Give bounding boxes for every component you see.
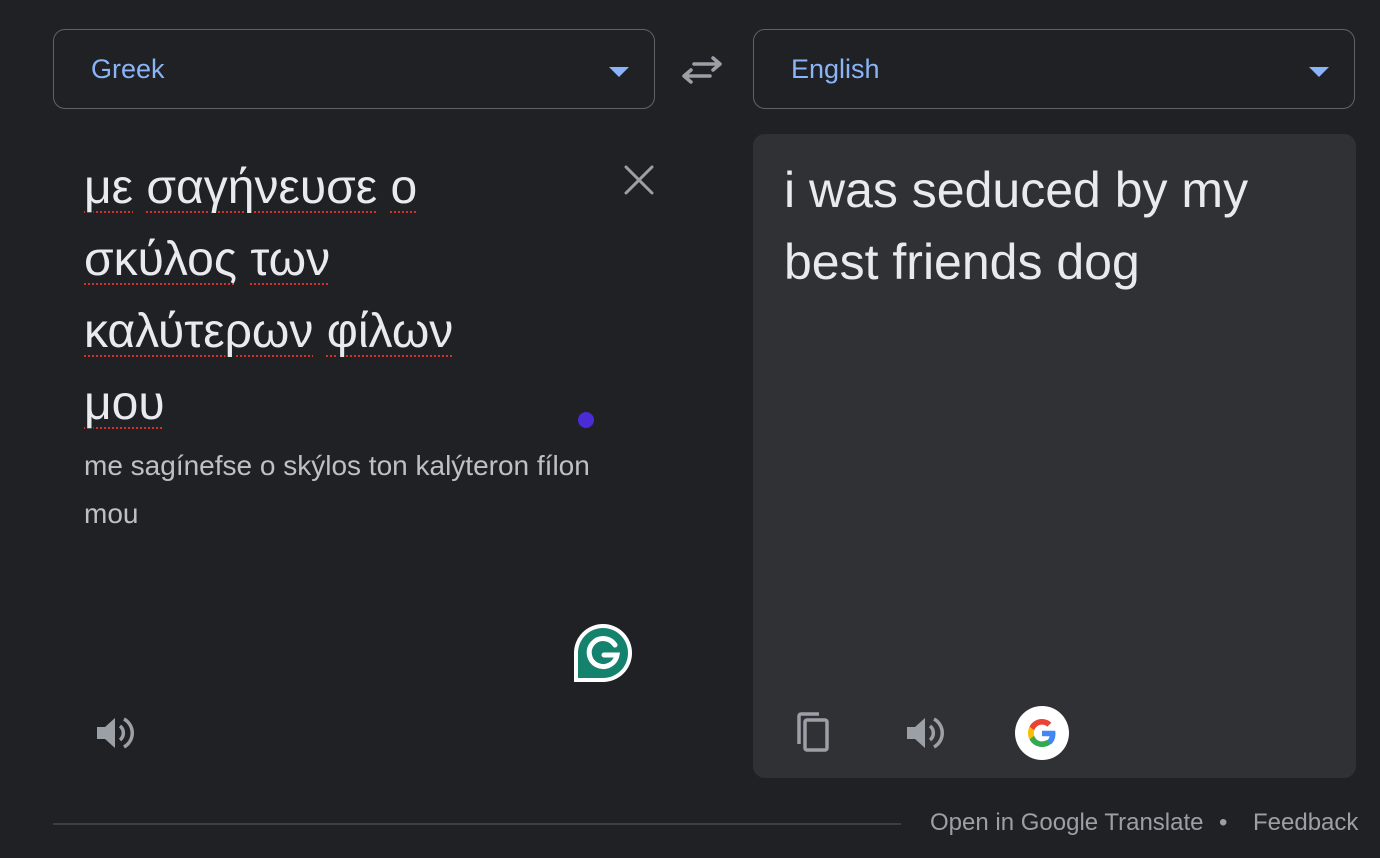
source-word: σαγήνευσε bbox=[146, 161, 378, 214]
source-word: μου bbox=[84, 377, 165, 430]
footer-divider bbox=[53, 823, 901, 825]
target-panel: i was seduced by my best friends dog bbox=[753, 134, 1356, 778]
target-language-label: English bbox=[791, 54, 880, 84]
copy-icon bbox=[797, 712, 829, 752]
translation-output: i was seduced by my best friends dog bbox=[784, 162, 1249, 290]
source-panel: με σαγήνευσε ο σκύλος των καλύτερων φίλω… bbox=[53, 134, 655, 778]
status-dot bbox=[578, 412, 594, 428]
source-language-label: Greek bbox=[91, 54, 165, 84]
copy-translation-button[interactable] bbox=[791, 710, 835, 756]
source-word: καλύτερων bbox=[84, 305, 314, 358]
chevron-down-icon bbox=[1309, 67, 1329, 77]
listen-source-button[interactable] bbox=[93, 711, 137, 755]
source-word: με bbox=[84, 161, 134, 214]
listen-translation-button[interactable] bbox=[903, 711, 947, 755]
feedback-link[interactable]: Feedback bbox=[1253, 809, 1358, 837]
source-line: καλύτερων φίλων bbox=[84, 296, 584, 368]
footer-separator: • bbox=[1219, 809, 1228, 836]
source-text-input[interactable]: με σαγήνευσε ο σκύλος των καλύτερων φίλω… bbox=[84, 152, 584, 440]
grammarly-button[interactable] bbox=[572, 622, 634, 684]
source-line: σκύλος των bbox=[84, 224, 584, 296]
source-word: ο bbox=[390, 161, 418, 214]
close-icon bbox=[624, 165, 654, 195]
google-search-button[interactable] bbox=[1015, 706, 1069, 760]
open-in-google-translate-link[interactable]: Open in Google Translate bbox=[930, 809, 1204, 837]
source-line: μου bbox=[84, 368, 584, 440]
source-word: σκύλος bbox=[84, 233, 237, 286]
grammarly-icon bbox=[574, 624, 633, 682]
chevron-down-icon bbox=[609, 67, 629, 77]
speaker-icon bbox=[907, 717, 944, 749]
translate-widget: Greek English με σαγήνευσε ο σκύλος των … bbox=[0, 0, 1380, 858]
speaker-icon bbox=[97, 717, 134, 749]
target-language-select[interactable]: English bbox=[753, 29, 1355, 109]
source-language-select[interactable]: Greek bbox=[53, 29, 655, 109]
source-line: με σαγήνευσε ο bbox=[84, 152, 584, 224]
google-logo-icon bbox=[1028, 719, 1056, 747]
clear-source-button[interactable] bbox=[621, 162, 657, 198]
source-word: των bbox=[250, 233, 331, 286]
romanization-text: me sagínefse o skýlos ton kalýteron fílo… bbox=[84, 450, 590, 529]
swap-languages-button[interactable] bbox=[680, 50, 724, 90]
swap-arrows-icon bbox=[682, 56, 722, 84]
source-word: φίλων bbox=[326, 305, 454, 358]
